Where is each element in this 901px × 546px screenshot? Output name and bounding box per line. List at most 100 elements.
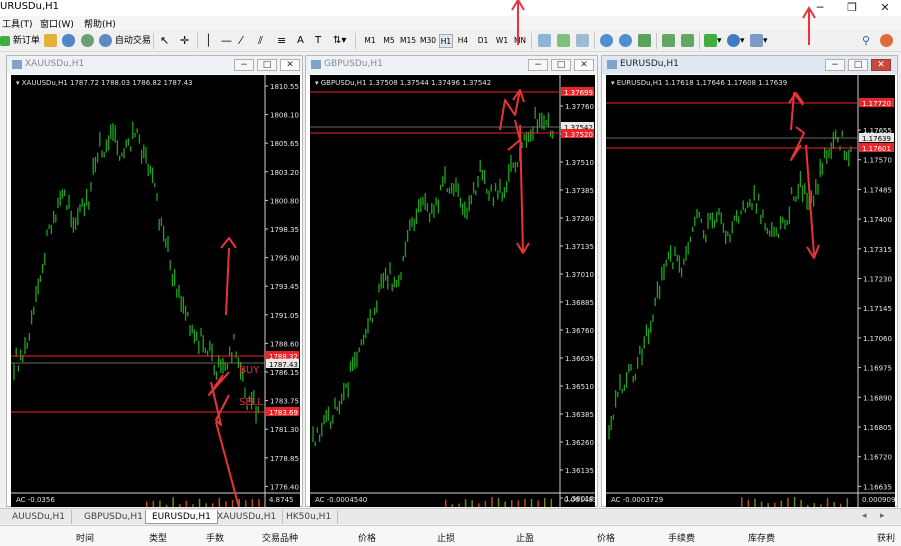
tab-xauusd-1[interactable]: AUUSDu,H1: [6, 510, 73, 524]
indicator-bar: [767, 503, 769, 507]
axis-tick-label: 1.16720: [863, 454, 892, 462]
indicator-bar: [800, 499, 802, 507]
axis-tick-label: 1.17145: [863, 305, 892, 313]
indicator-bar: [458, 503, 460, 507]
indicator-bar: [205, 503, 207, 507]
indicator-bar: [747, 499, 750, 507]
indicator-bar: [774, 502, 776, 507]
tab-hk50[interactable]: HK50u,H1: [280, 510, 339, 524]
indicator-bar: [780, 500, 783, 507]
price-tag-label: 1787.43: [269, 361, 298, 369]
indicator-scale-label: 0.001483: [564, 496, 595, 504]
indicator-bar: [245, 500, 247, 507]
terminal-trade-header: 时间 类型 手数 交易品种 价格 止损 止盈 价格 手续费 库存费 获利: [0, 525, 901, 546]
indicator-bar: [251, 499, 254, 507]
axis-tick-label: 1.36385: [565, 411, 594, 419]
annotation-overlay: [511, 0, 816, 45]
indicator-bar: [517, 500, 520, 507]
indicator-label: AC -0.0003729: [611, 496, 663, 504]
axis-tick-label: 1.16975: [863, 365, 892, 373]
column-volume[interactable]: 手数: [206, 531, 224, 544]
axis-tick-label: 1.17060: [863, 335, 892, 343]
column-commission[interactable]: 手续费: [668, 531, 695, 544]
column-type[interactable]: 类型: [149, 531, 167, 544]
indicator-bar: [258, 499, 260, 507]
indicator-bar: [152, 500, 155, 507]
indicator-bar: [451, 504, 454, 507]
indicator-label: AC -0.0004540: [315, 496, 367, 504]
indicator-bar: [146, 501, 148, 507]
price-tag-label: 1.17639: [862, 135, 891, 143]
axis-tick-label: 1798.35: [270, 226, 299, 234]
indicator-bar: [807, 504, 809, 507]
axis-tick-label: 1795.90: [270, 255, 299, 263]
tab-eurusd[interactable]: EURUSDu,H1: [145, 510, 218, 524]
indicator-bar: [741, 497, 743, 507]
axis-tick-label: 1783.75: [270, 398, 299, 406]
indicator-bar: [478, 503, 480, 507]
column-time[interactable]: 时间: [76, 531, 94, 544]
indicator-bar: [179, 504, 181, 507]
column-price[interactable]: 价格: [358, 531, 376, 544]
axis-tick-label: 1.16805: [863, 424, 892, 432]
chart-background: [606, 75, 895, 507]
axis-tick-label: 1781.30: [270, 426, 299, 434]
indicator-bar: [218, 497, 221, 507]
indicator-bar: [524, 498, 526, 507]
indicator-label: AC -0.0356: [16, 496, 55, 504]
axis-tick-label: 1.17485: [863, 186, 892, 194]
tab-gbpusd[interactable]: GBPUSDu,H1: [78, 510, 150, 524]
price-chart[interactable]: ▾ XAUUSDu,H1 1787.72 1788.03 1786.82 178…: [11, 75, 300, 507]
axis-tick-label: 1.17230: [863, 276, 892, 284]
indicator-bar: [840, 503, 842, 507]
indicator-bar: [511, 500, 513, 507]
indicator-bar: [165, 504, 168, 507]
axis-tick-label: 1.37510: [565, 159, 594, 167]
axis-tick-label: 1.36260: [565, 439, 594, 447]
axis-tick-label: 1800.80: [270, 197, 299, 205]
axis-tick-label: 1.37135: [565, 243, 594, 251]
terminal-window: URUSDu,H1 ─ ❐ ✕ 工具(T) 窗口(W) 帮助(H) 新订单 自动…: [0, 0, 901, 546]
price-chart[interactable]: ▾ EURUSDu,H1 1.17618 1.17646 1.17608 1.1…: [606, 75, 895, 507]
indicator-bar: [826, 498, 829, 507]
indicator-bar: [813, 503, 816, 507]
indicator-bar: [754, 498, 756, 507]
price-tag-label: 1.37520: [564, 131, 593, 139]
axis-tick-label: 1791.05: [270, 312, 299, 320]
indicator-bar: [198, 498, 201, 507]
tabs-scroll-left-icon[interactable]: ◂: [862, 511, 867, 521]
indicator-bar: [231, 499, 234, 507]
axis-tick-label: 1776.40: [270, 483, 299, 491]
indicator-bar: [760, 501, 763, 507]
indicator-scale-label: 4.8745: [269, 496, 294, 504]
chart-tabs: AUUSDu,H1 GBPUSDu,H1 EURUSDu,H1 XAUUSDu,…: [0, 508, 901, 524]
axis-tick-label: 1.36760: [565, 327, 594, 335]
axis-tick-label: 1778.85: [270, 455, 299, 463]
tab-xauusd-2[interactable]: XAUUSDu,H1: [211, 510, 284, 524]
axis-tick-label: 1.36510: [565, 383, 594, 391]
axis-tick-label: 1788.60: [270, 340, 299, 348]
tabs-scroll-right-icon[interactable]: ▸: [880, 511, 885, 521]
column-take-profit[interactable]: 止盈: [516, 531, 534, 544]
axis-tick-label: 1.17315: [863, 246, 892, 254]
indicator-bar: [471, 500, 473, 507]
indicator-bar: [793, 497, 796, 507]
indicator-bar: [833, 502, 835, 507]
axis-tick-label: 1.37010: [565, 271, 594, 279]
indicator-bar: [820, 504, 822, 507]
axis-tick-label: 1.37260: [565, 215, 594, 223]
chart-background: [11, 75, 300, 507]
column-symbol[interactable]: 交易品种: [262, 531, 298, 544]
axis-tick-label: 1.36885: [565, 299, 594, 307]
column-stop-loss[interactable]: 止损: [437, 531, 455, 544]
indicator-bar: [172, 497, 174, 507]
column-profit[interactable]: 获利: [877, 531, 895, 544]
indicator-bar: [787, 497, 789, 507]
price-tag-label: 1783.69: [269, 409, 298, 417]
indicator-bar: [464, 499, 467, 507]
chart-background: [310, 75, 595, 507]
axis-tick-label: 1786.15: [270, 369, 299, 377]
column-current-price[interactable]: 价格: [597, 531, 615, 544]
price-chart[interactable]: ▾ GBPUSDu,H1 1.37508 1.37544 1.37496 1.3…: [310, 75, 595, 507]
column-swap[interactable]: 库存费: [748, 531, 775, 544]
